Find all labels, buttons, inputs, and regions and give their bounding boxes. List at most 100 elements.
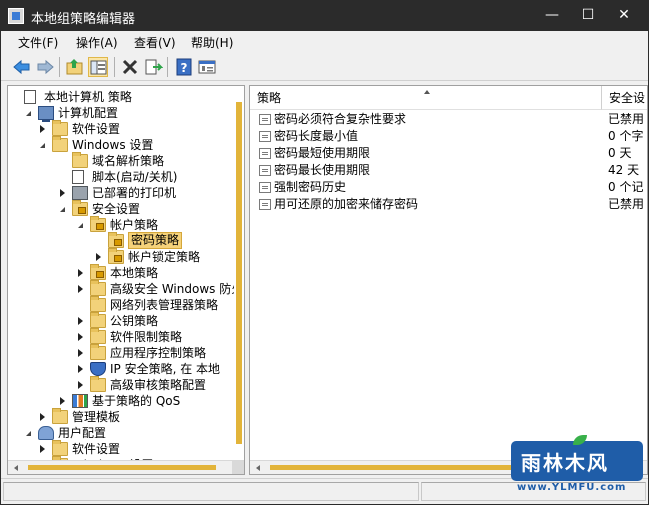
- tree-node-label: 已部署的打印机: [92, 186, 177, 200]
- properties-icon[interactable]: [197, 57, 217, 77]
- collapsed-arrow-icon[interactable]: [96, 253, 101, 261]
- scroll-left-icon[interactable]: [14, 465, 18, 471]
- lock-folder-icon: [108, 232, 124, 248]
- scrollbar-thumb[interactable]: [28, 465, 216, 470]
- tree-node-label: 基于策略的 QoS: [92, 394, 181, 408]
- tree-node[interactable]: 应用程序控制策略: [8, 344, 234, 361]
- show-hide-tree-icon[interactable]: [88, 57, 108, 77]
- tree-pane[interactable]: 本地计算机 策略 计算机配置软件设置 Windows 设置 域名解析策略 脚本(启动/关…: [7, 85, 245, 475]
- tree-node-label: Windows 设置: [72, 138, 154, 152]
- policy-name: 密码最长使用期限: [274, 163, 371, 177]
- app-icon: [8, 8, 24, 24]
- tree-node-label: 软件限制策略: [110, 330, 183, 344]
- forward-arrow-icon[interactable]: [35, 57, 55, 77]
- shield-icon: [90, 362, 106, 376]
- policy-setting-icon: [259, 199, 271, 210]
- tree-node-label: 高级审核策略配置: [110, 378, 207, 392]
- expanded-arrow-icon[interactable]: [60, 207, 65, 212]
- tree-node[interactable]: 公钥策略: [8, 312, 234, 329]
- policy-row[interactable]: 密码必须符合复杂性要求 已禁用: [250, 111, 647, 128]
- collapsed-arrow-icon[interactable]: [60, 189, 65, 197]
- column-header-security-setting[interactable]: 安全设: [602, 86, 647, 110]
- tree-node-label: 计算机配置: [58, 106, 119, 120]
- folder-icon: [90, 344, 106, 360]
- up-folder-icon[interactable]: [65, 57, 85, 77]
- lock-folder-icon: [108, 248, 124, 264]
- tree-node-label: 帐户策略: [110, 218, 159, 232]
- collapsed-arrow-icon[interactable]: [78, 317, 83, 325]
- column-header-policy[interactable]: 策略: [250, 86, 602, 110]
- scrollbar-thumb[interactable]: [236, 102, 242, 444]
- expanded-arrow-icon[interactable]: [26, 111, 31, 116]
- tree-node[interactable]: 高级审核策略配置: [8, 376, 234, 393]
- policy-row[interactable]: 用可还原的加密来储存密码 已禁用: [250, 196, 647, 213]
- collapsed-arrow-icon[interactable]: [78, 285, 83, 293]
- delete-icon[interactable]: [120, 57, 140, 77]
- tree-node[interactable]: 基于策略的 QoS: [8, 393, 234, 409]
- policy-setting-icon: [259, 114, 271, 125]
- tree-node[interactable]: 已部署的打印机: [8, 185, 234, 201]
- tree-node[interactable]: 帐户锁定策略: [8, 248, 234, 265]
- tree-node[interactable]: 安全设置: [8, 200, 234, 217]
- tree-node[interactable]: 高级安全 Windows 防火: [8, 280, 243, 297]
- tree-node[interactable]: 本地计算机 策略: [8, 89, 234, 105]
- tree-node-label: 脚本(启动/关机): [92, 170, 178, 184]
- tree-node-label: 公钥策略: [110, 314, 159, 328]
- scroll-left-icon[interactable]: [256, 465, 260, 471]
- policy-row[interactable]: 密码长度最小值 0 个字: [250, 128, 647, 145]
- collapsed-arrow-icon[interactable]: [78, 269, 83, 277]
- folder-icon: [52, 120, 68, 136]
- menu-help[interactable]: 帮助(H): [191, 34, 233, 51]
- help-icon[interactable]: ?: [174, 57, 194, 77]
- tree-node[interactable]: 脚本(启动/关机): [8, 169, 234, 185]
- tree-node[interactable]: 本地策略: [8, 264, 234, 281]
- tree-node-label: 软件设置: [72, 122, 121, 136]
- group-policy-editor-window: 本地组策略编辑器 — ☐ ✕ 文件(F) 操作(A) 查看(V) 帮助(H) ?…: [0, 0, 649, 505]
- collapsed-arrow-icon[interactable]: [78, 333, 83, 341]
- folder-icon: [72, 152, 88, 168]
- collapsed-arrow-icon[interactable]: [40, 413, 45, 421]
- close-button[interactable]: ✕: [607, 1, 641, 31]
- expanded-arrow-icon[interactable]: [40, 143, 45, 148]
- tree-node[interactable]: 软件限制策略: [8, 328, 234, 345]
- tree-horizontal-scrollbar[interactable]: [8, 460, 244, 474]
- collapsed-arrow-icon[interactable]: [40, 445, 45, 453]
- tree-node[interactable]: 用户配置: [8, 425, 234, 441]
- policy-row[interactable]: 强制密码历史 0 个记: [250, 179, 647, 196]
- tree-node[interactable]: 帐户策略: [8, 216, 234, 233]
- export-list-icon[interactable]: [143, 57, 164, 77]
- menu-view[interactable]: 查看(V): [134, 34, 176, 51]
- tree-node[interactable]: 软件设置: [8, 120, 234, 137]
- maximize-button[interactable]: ☐: [571, 1, 605, 31]
- tree-node[interactable]: 管理模板: [8, 408, 234, 425]
- tree-node[interactable]: IP 安全策略, 在 本地: [8, 361, 234, 377]
- collapsed-arrow-icon[interactable]: [40, 125, 45, 133]
- policy-value: 0 个字: [608, 129, 644, 143]
- policy-row[interactable]: 密码最长使用期限 42 天: [250, 162, 647, 179]
- collapsed-arrow-icon[interactable]: [78, 349, 83, 357]
- policy-row[interactable]: 密码最短使用期限 0 天: [250, 145, 647, 162]
- folder-icon: [90, 280, 106, 296]
- menu-file[interactable]: 文件(F): [18, 34, 58, 51]
- tree-node[interactable]: 计算机配置: [8, 105, 234, 122]
- collapsed-arrow-icon[interactable]: [60, 397, 65, 405]
- collapsed-arrow-icon[interactable]: [78, 381, 83, 389]
- tree-node[interactable]: Windows 设置: [8, 136, 234, 153]
- folder-icon: [52, 136, 68, 152]
- collapsed-arrow-icon[interactable]: [78, 365, 83, 373]
- tree-vertical-scrollbar[interactable]: [234, 86, 244, 460]
- tree-node[interactable]: 密码策略: [8, 232, 234, 249]
- folder-icon: [52, 408, 68, 424]
- expanded-arrow-icon[interactable]: [78, 223, 83, 228]
- tree-node[interactable]: 域名解析策略: [8, 152, 234, 169]
- tree-node-label: IP 安全策略, 在 本地: [110, 362, 221, 376]
- menu-action[interactable]: 操作(A): [76, 34, 118, 51]
- title-bar: 本地组策略编辑器 — ☐ ✕: [1, 1, 648, 31]
- back-arrow-icon[interactable]: [12, 57, 32, 77]
- tree-node[interactable]: 网络列表管理器策略: [8, 296, 234, 313]
- policy-setting-icon: [259, 148, 271, 159]
- policy-value: 已禁用: [608, 112, 645, 126]
- minimize-button[interactable]: —: [535, 1, 569, 31]
- tree-node[interactable]: 软件设置: [8, 440, 234, 457]
- expanded-arrow-icon[interactable]: [26, 431, 31, 436]
